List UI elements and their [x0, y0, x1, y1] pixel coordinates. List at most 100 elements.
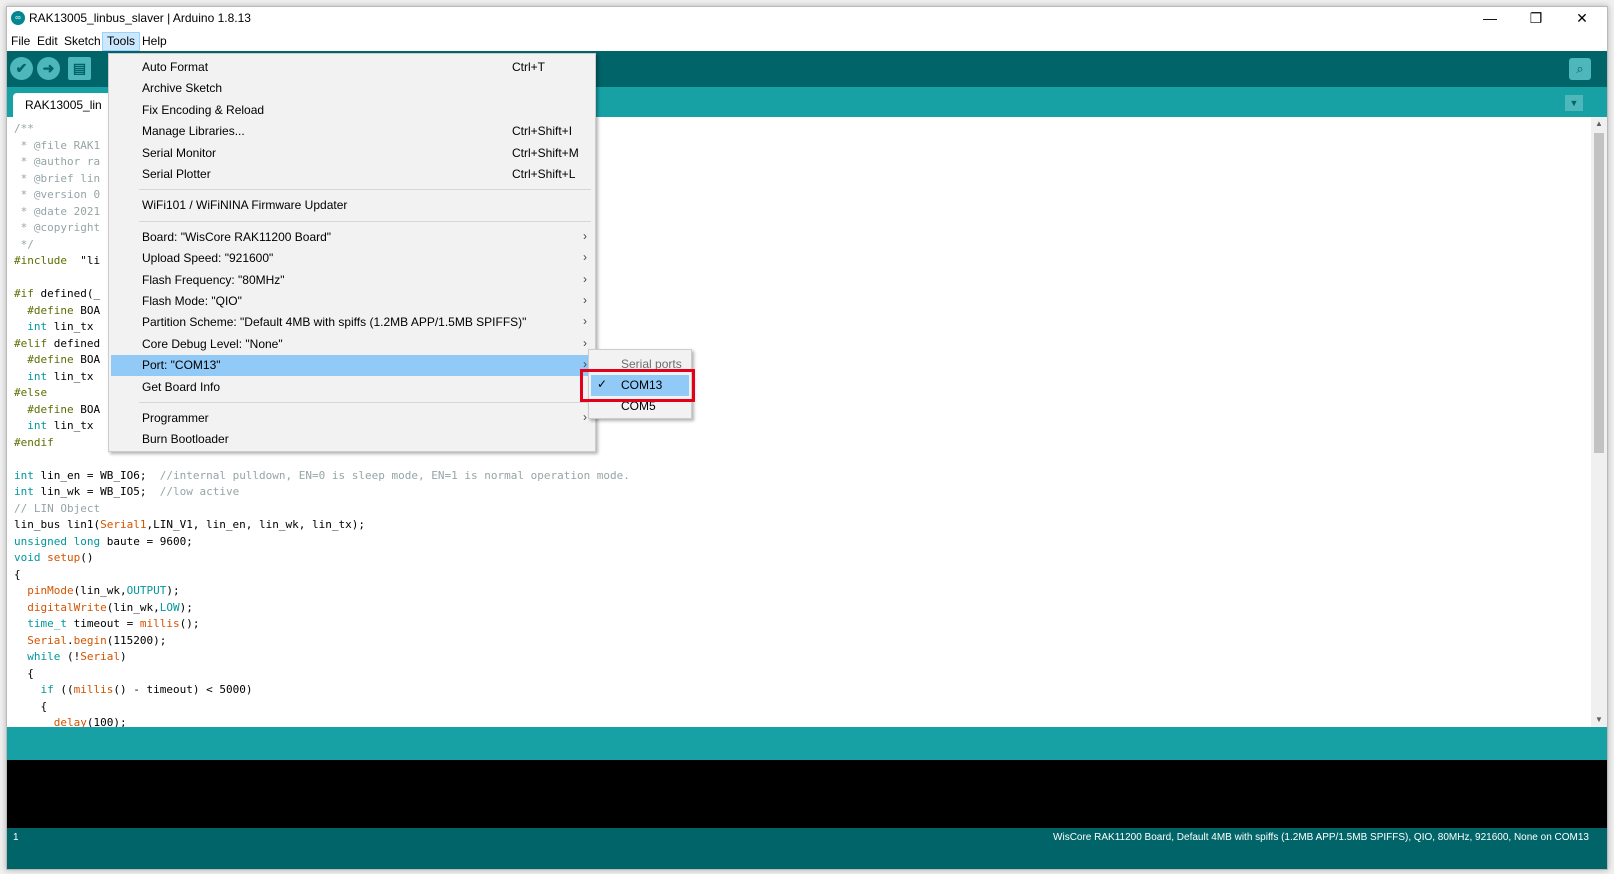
minimize-button[interactable]: — [1467, 7, 1513, 31]
scroll-down-icon[interactable]: ▼ [1591, 713, 1607, 727]
code-token: int [14, 485, 34, 498]
tools-menu-item[interactable]: Burn Bootloader [111, 429, 593, 450]
code-token: * @author ra [14, 155, 101, 168]
tools-menu-item[interactable]: Flash Mode: "QIO" › [111, 291, 593, 312]
code-token: * @date 2021 [14, 204, 101, 218]
upload-icon[interactable]: ➜ [37, 57, 60, 80]
window-title: RAK13005_linbus_slaver | Arduino 1.8.13 [29, 11, 251, 25]
tools-menu-item[interactable]: Serial Plotter Ctrl+Shift+L [111, 164, 593, 185]
code-token: #define [14, 303, 74, 317]
code-token: delay [14, 716, 87, 727]
code-line: #define BOA [14, 353, 100, 366]
code-token: time_t [14, 617, 67, 630]
code-token: /** [14, 122, 34, 135]
code-line: #define BOA [14, 403, 100, 416]
code-token: lin_tx [47, 419, 94, 432]
code-token: LOW [159, 600, 180, 614]
tools-menu-item[interactable]: Board: "WisCore RAK11200 Board" › [111, 227, 593, 248]
tools-menu: Auto Format Ctrl+T Archive Sketch Fix Encod… [108, 53, 596, 452]
arduino-ide-window: ∞ RAK13005_linbus_slaver | Arduino 1.8.1… [6, 6, 1608, 870]
code-line: if ((millis() - timeout) < 5000) [14, 683, 252, 696]
scroll-up-icon[interactable]: ▲ [1591, 117, 1607, 131]
code-token: lin_tx [47, 369, 94, 383]
code-token: int [14, 320, 48, 333]
code-token: () [80, 551, 94, 564]
tools-menu-item[interactable]: Serial Monitor Ctrl+Shift+M [111, 143, 593, 164]
code-line: int lin_tx [14, 419, 93, 432]
code-token: Serial [80, 650, 120, 663]
board-info: WisCore RAK11200 Board, Default 4MB with… [1053, 832, 1589, 843]
submenu-arrow-icon: › [583, 314, 587, 329]
tools-menu-item[interactable]: Partition Scheme: "Default 4MB with spif… [111, 312, 593, 333]
code-token: (! [60, 650, 81, 663]
code-token: pinMode [14, 584, 74, 597]
code-token: defined(_ [33, 287, 101, 300]
menu-item-shortcut: Ctrl+T [512, 60, 545, 74]
tools-menu-item[interactable]: Programmer › [111, 408, 593, 429]
tools-menu-item[interactable]: Upload Speed: "921600" › [111, 248, 593, 269]
code-token: #define [14, 353, 74, 366]
menu-edit[interactable]: Edit [33, 33, 62, 50]
menu-item-label: Programmer [142, 411, 209, 425]
code-token: ) [119, 650, 127, 663]
menu-separator [139, 189, 591, 191]
code-line: int lin_tx [14, 320, 93, 333]
code-token: Serial1 [100, 518, 147, 531]
code-token: Serial [14, 633, 67, 647]
tools-menu-item[interactable]: Flash Frequency: "80MHz" › [111, 270, 593, 291]
menu-tools[interactable]: Tools [102, 32, 141, 51]
menu-file[interactable]: File [7, 33, 34, 50]
code-line: * @file RAK1 [14, 139, 100, 152]
menu-help[interactable]: Help [138, 33, 171, 50]
tools-menu-item[interactable]: Fix Encoding & Reload [111, 100, 593, 121]
code-token: { [14, 567, 21, 581]
menu-item-label: Fix Encoding & Reload [142, 102, 265, 117]
code-token: #if [14, 287, 34, 300]
code-line: * @copyright [14, 221, 100, 234]
code-token: . [66, 633, 74, 647]
editor-scrollbar[interactable]: ▲ ▼ [1591, 117, 1607, 727]
menu-item-label: Serial Monitor [142, 145, 217, 160]
tools-menu-item[interactable]: Core Debug Level: "None" › [111, 334, 593, 355]
tools-menu-item[interactable]: Manage Libraries... Ctrl+Shift+I [111, 121, 593, 142]
scrollbar-thumb[interactable] [1594, 133, 1604, 453]
tools-menu-item[interactable]: WiFi101 / WiFiNINA Firmware Updater [111, 195, 593, 216]
code-token: * @brief lin [14, 171, 101, 185]
code-token: begin [73, 633, 107, 647]
code-token: (lin_wk, [106, 600, 160, 614]
menu-item-label: Archive Sketch [142, 81, 223, 96]
code-line: digitalWrite(lin_wk,LOW); [14, 601, 193, 614]
code-token: * @file RAK1 [14, 138, 101, 152]
code-token: baute = 9600; [100, 534, 193, 548]
tools-menu-item[interactable]: Auto Format Ctrl+T [111, 57, 593, 78]
tab-menu-dropdown-icon[interactable]: ▼ [1565, 95, 1583, 111]
serial-monitor-icon[interactable]: ⌕ [1569, 58, 1591, 80]
code-line: delay(100); [14, 716, 127, 727]
close-button[interactable]: ✕ [1559, 7, 1605, 31]
code-token: lin_wk = WB_IO5; [33, 485, 160, 498]
status-bar: 1 WisCore RAK11200 Board, Default 4MB wi… [7, 828, 1607, 869]
tools-menu-item[interactable]: Archive Sketch [111, 78, 593, 99]
tools-menu-item[interactable]: Get Board Info [111, 377, 593, 398]
code-line: pinMode(lin_wk,OUTPUT); [14, 584, 180, 597]
code-token: lin_bus lin1( [14, 518, 101, 531]
code-token: setup [47, 551, 81, 564]
menu-sketch[interactable]: Sketch [60, 33, 105, 50]
tools-menu-item[interactable]: Port: "COM13" › [111, 355, 593, 377]
code-line: * @author ra [14, 155, 100, 168]
new-sketch-icon[interactable]: ▤ [68, 57, 91, 80]
submenu-arrow-icon: › [583, 293, 587, 307]
code-token: // LIN Object [14, 501, 101, 515]
code-token: #elif [14, 336, 48, 350]
restore-button[interactable]: ❐ [1513, 7, 1559, 31]
code-token: unsigned long [14, 534, 101, 548]
code-token: while [14, 650, 61, 663]
code-token: lin_tx [47, 320, 94, 333]
code-token: int [14, 468, 34, 482]
code-token: ); [166, 584, 180, 597]
verify-icon[interactable]: ✔ [10, 57, 33, 80]
editor-console-divider[interactable] [7, 727, 1607, 760]
menu-item-label: Upload Speed: "921600" [142, 251, 274, 266]
code-token: if [14, 683, 54, 696]
code-token: * @version 0 [14, 188, 101, 201]
